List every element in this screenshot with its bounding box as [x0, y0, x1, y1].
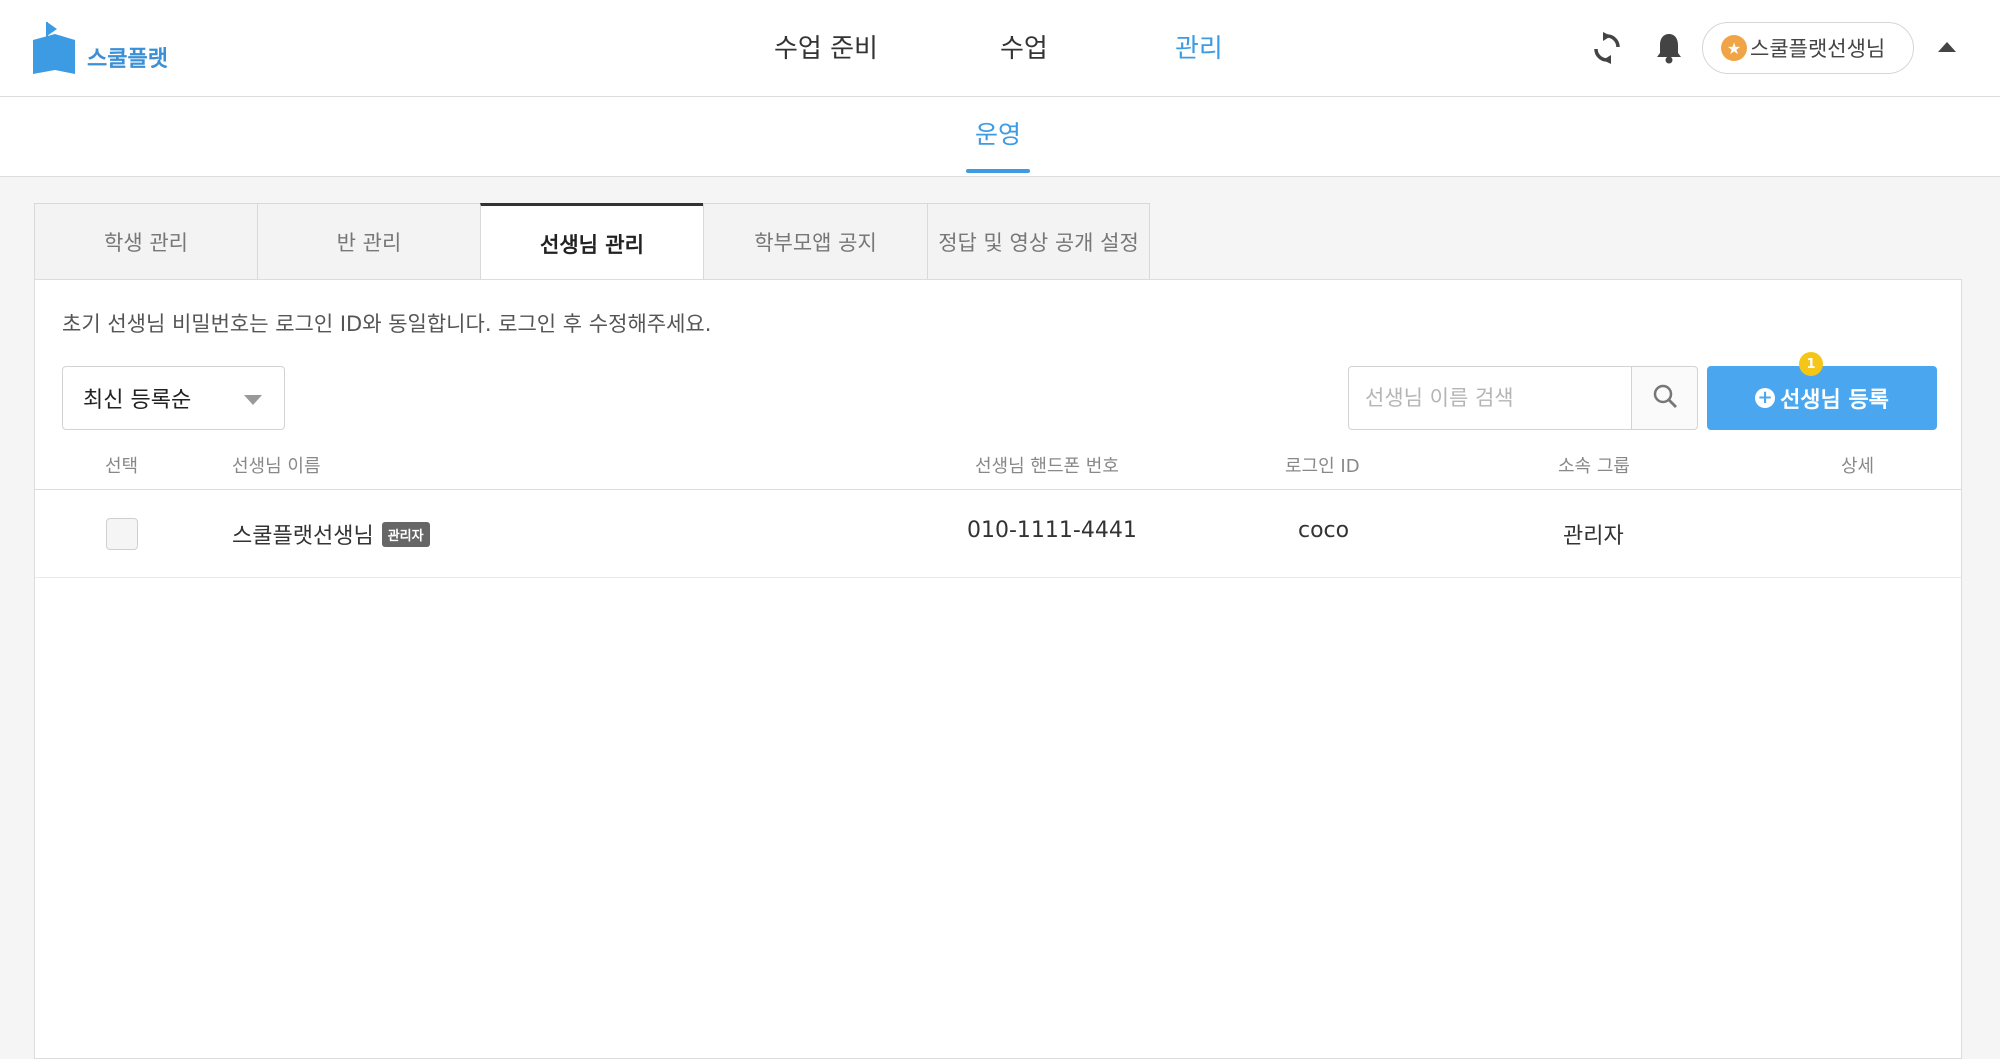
management-tabs: 학생 관리 반 관리 선생님 관리 학부모앱 공지 정답 및 영상 공개 설정	[34, 203, 1150, 281]
col-phone: 선생님 핸드폰 번호	[975, 456, 1119, 477]
notification-badge: 1	[1799, 352, 1823, 376]
register-label: 선생님 등록	[1780, 388, 1889, 413]
search-button[interactable]	[1631, 366, 1698, 430]
plus-circle-icon: +	[1755, 388, 1776, 408]
user-menu-button[interactable]: ★ 스쿨플랫선생님	[1702, 22, 1914, 74]
sub-navigation-bar: 운영	[0, 97, 2000, 177]
logo-icon	[33, 22, 75, 80]
user-name: 스쿨플랫선생님	[1750, 37, 1886, 61]
tab-student-management[interactable]: 학생 관리	[34, 203, 257, 280]
search-icon	[1652, 383, 1678, 413]
teacher-name-cell: 스쿨플랫선생님 관리자	[232, 518, 430, 550]
tab-teacher-management[interactable]: 선생님 관리	[480, 203, 703, 281]
role-tag: 관리자	[381, 522, 430, 547]
subnav-active-indicator	[966, 169, 1030, 173]
group-cell: 관리자	[1563, 524, 1624, 549]
tab-answer-video-settings[interactable]: 정답 및 영상 공개 설정	[927, 203, 1150, 280]
phone-cell: 010-1111-4441	[967, 518, 1137, 543]
chevron-down-icon	[244, 395, 262, 405]
tab-class-management[interactable]: 반 관리	[257, 203, 480, 280]
col-detail: 상세	[1841, 456, 1875, 477]
subnav-operation[interactable]: 운영	[966, 115, 1030, 151]
teacher-management-panel: 초기 선생님 비밀번호는 로그인 ID와 동일합니다. 로그인 후 수정해주세요…	[34, 279, 1962, 1059]
sort-value: 최신 등록순	[83, 388, 192, 413]
logo[interactable]: 스쿨플랫	[33, 22, 168, 80]
collapse-caret-icon[interactable]	[1938, 42, 1956, 52]
col-login-id: 로그인 ID	[1285, 456, 1360, 477]
login-id-cell: coco	[1298, 518, 1350, 543]
col-select: 선택	[105, 456, 139, 477]
col-teacher-name: 선생님 이름	[232, 456, 321, 477]
bell-icon[interactable]	[1656, 32, 1682, 68]
col-group: 소속 그룹	[1558, 456, 1630, 477]
register-teacher-button[interactable]: + 선생님 등록	[1707, 366, 1937, 430]
tab-parent-app-notice[interactable]: 학부모앱 공지	[703, 203, 927, 280]
row-select-checkbox[interactable]	[106, 518, 138, 550]
top-navigation-bar: 스쿨플랫 수업 준비 수업 관리 ★ 스쿨플랫선생님	[0, 0, 2000, 97]
teacher-search-input[interactable]	[1348, 366, 1631, 430]
nav-class-prep[interactable]: 수업 준비	[774, 28, 878, 65]
logo-text: 스쿨플랫	[87, 47, 168, 72]
sort-dropdown[interactable]: 최신 등록순	[62, 366, 285, 430]
nav-class[interactable]: 수업	[1000, 28, 1048, 65]
refresh-icon[interactable]	[1593, 32, 1621, 68]
table-header: 선택 선생님 이름 선생님 핸드폰 번호 로그인 ID 소속 그룹 상세	[35, 440, 1961, 490]
nav-management[interactable]: 관리	[1175, 28, 1223, 65]
password-notice: 초기 선생님 비밀번호는 로그인 ID와 동일합니다. 로그인 후 수정해주세요…	[62, 312, 712, 336]
star-icon: ★	[1721, 35, 1747, 61]
table-row: 스쿨플랫선생님 관리자 010-1111-4441 coco 관리자	[35, 490, 1961, 578]
teacher-name: 스쿨플랫선생님	[232, 524, 374, 549]
